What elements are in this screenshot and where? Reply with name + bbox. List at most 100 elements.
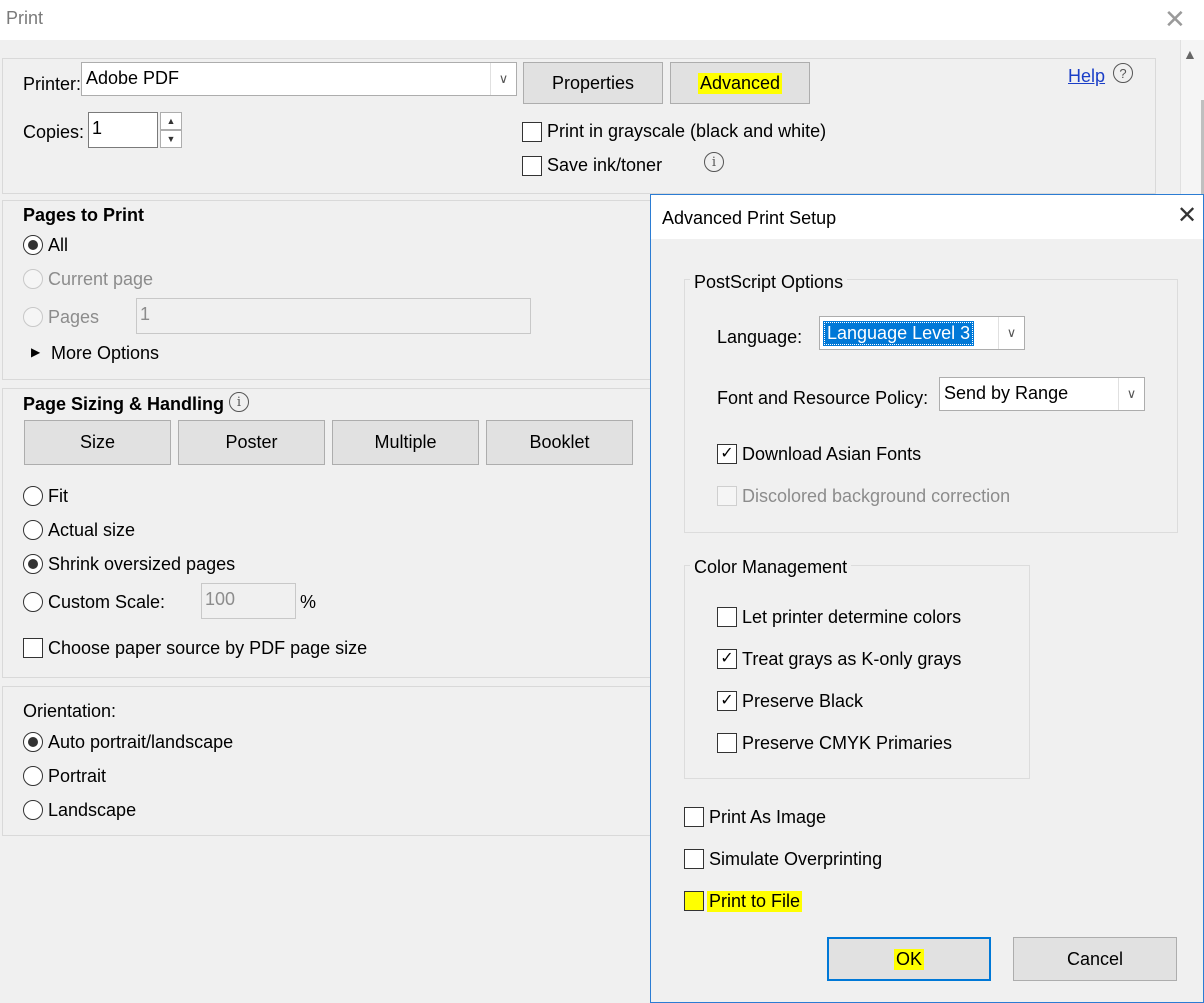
window-title: Print: [6, 8, 44, 28]
radio-auto-orientation[interactable]: [23, 732, 43, 752]
save-ink-label: Save ink/toner: [547, 155, 663, 175]
pages-range-value: 1: [140, 304, 151, 324]
discolored-bg-checkbox[interactable]: [717, 486, 737, 506]
ok-label: OK: [893, 948, 924, 970]
tab-size-label: Size: [79, 432, 115, 452]
chevron-down-icon: ∨: [1118, 378, 1144, 410]
radio-custom-scale[interactable]: [23, 592, 43, 612]
preserve-cmyk-checkbox[interactable]: [717, 733, 737, 753]
tab-poster-label: Poster: [225, 432, 278, 452]
radio-pages[interactable]: [23, 307, 43, 327]
tab-booklet[interactable]: Booklet: [486, 420, 633, 465]
chevron-down-icon: ∨: [998, 317, 1024, 349]
properties-label: Properties: [551, 72, 635, 93]
printer-select[interactable]: Adobe PDF ∨: [81, 62, 517, 96]
percent-label: %: [300, 592, 317, 612]
ok-button[interactable]: OK: [827, 937, 991, 981]
radio-shrink[interactable]: [23, 554, 43, 574]
stepper-down-icon[interactable]: ▼: [160, 130, 182, 148]
color-management-legend: Color Management: [690, 557, 852, 578]
current-page-label: Current page: [48, 269, 154, 289]
sizing-heading: Page Sizing & Handling: [23, 394, 225, 414]
custom-scale-input[interactable]: 100: [201, 583, 296, 619]
scroll-up-icon[interactable]: ▲: [1183, 46, 1197, 62]
shrink-label: Shrink oversized pages: [48, 554, 236, 574]
tab-size[interactable]: Size: [24, 420, 171, 465]
font-policy-label: Font and Resource Policy:: [717, 388, 929, 408]
download-asian-fonts-checkbox[interactable]: ✓: [717, 444, 737, 464]
sizing-info-icon[interactable]: i: [229, 392, 249, 412]
save-ink-checkbox[interactable]: [522, 156, 542, 176]
auto-orientation-label: Auto portrait/landscape: [48, 732, 234, 752]
grayscale-label: Print in grayscale (black and white): [547, 121, 827, 141]
paper-source-label: Choose paper source by PDF page size: [48, 638, 368, 658]
tab-multiple[interactable]: Multiple: [332, 420, 479, 465]
printer-value: Adobe PDF: [86, 68, 180, 88]
treat-grays-checkbox[interactable]: ✓: [717, 649, 737, 669]
simulate-overprinting-checkbox[interactable]: [684, 849, 704, 869]
cancel-button[interactable]: Cancel: [1013, 937, 1177, 981]
more-options-label[interactable]: More Options: [51, 343, 159, 364]
dialog-title: Advanced Print Setup: [662, 208, 837, 228]
pages-label: Pages: [48, 307, 100, 327]
simulate-overprinting-label: Simulate Overprinting: [709, 849, 883, 869]
language-select[interactable]: Language Level 3 ∨: [819, 316, 1025, 350]
let-printer-colors-label: Let printer determine colors: [742, 607, 962, 627]
stepper-up-icon[interactable]: ▲: [160, 112, 182, 130]
radio-fit[interactable]: [23, 486, 43, 506]
pages-heading: Pages to Print: [23, 205, 145, 225]
orientation-heading: Orientation:: [23, 701, 117, 721]
preserve-black-label: Preserve Black: [742, 691, 864, 711]
dialog-title-bar: Advanced Print Setup ✕: [651, 195, 1203, 239]
expand-triangle-icon[interactable]: ▶: [31, 345, 40, 359]
radio-current-page[interactable]: [23, 269, 43, 289]
paper-source-checkbox[interactable]: [23, 638, 43, 658]
properties-button[interactable]: Properties: [523, 62, 663, 104]
postscript-legend: PostScript Options: [690, 272, 848, 293]
help-link[interactable]: Help: [1068, 66, 1105, 87]
print-as-image-label: Print As Image: [709, 807, 827, 827]
copies-input[interactable]: 1: [88, 112, 158, 148]
font-policy-value: Send by Range: [944, 383, 1069, 403]
preserve-black-checkbox[interactable]: ✓: [717, 691, 737, 711]
tab-multiple-label: Multiple: [374, 432, 437, 452]
copies-label: Copies:: [23, 122, 85, 142]
fit-label: Fit: [48, 486, 68, 506]
discolored-bg-label: Discolored background correction: [742, 486, 1011, 506]
chevron-down-icon: ∨: [490, 63, 516, 95]
radio-landscape[interactable]: [23, 800, 43, 820]
printer-label: Printer:: [23, 74, 82, 94]
close-icon[interactable]: ✕: [1164, 4, 1186, 35]
advanced-print-setup-dialog: Advanced Print Setup ✕ PostScript Option…: [650, 194, 1204, 1003]
actual-size-label: Actual size: [48, 520, 136, 540]
print-to-file-checkbox[interactable]: [684, 891, 704, 911]
font-policy-select[interactable]: Send by Range ∨: [939, 377, 1145, 411]
print-as-image-checkbox[interactable]: [684, 807, 704, 827]
info-icon[interactable]: i: [704, 152, 724, 172]
grayscale-checkbox[interactable]: [522, 122, 542, 142]
language-value: Language Level 3: [822, 321, 975, 346]
radio-all[interactable]: [23, 235, 43, 255]
landscape-label: Landscape: [48, 800, 137, 820]
let-printer-colors-checkbox[interactable]: [717, 607, 737, 627]
language-label: Language:: [717, 327, 803, 347]
all-label: All: [48, 235, 69, 255]
help-icon[interactable]: ?: [1113, 63, 1133, 83]
radio-actual-size[interactable]: [23, 520, 43, 540]
radio-portrait[interactable]: [23, 766, 43, 786]
copies-value: 1: [92, 118, 103, 138]
pages-range-input[interactable]: 1: [136, 298, 531, 334]
title-bar: Print ✕: [0, 0, 1204, 40]
advanced-button[interactable]: Advanced: [670, 62, 810, 104]
tab-poster[interactable]: Poster: [178, 420, 325, 465]
advanced-label: Advanced: [697, 72, 783, 94]
portrait-label: Portrait: [48, 766, 107, 786]
custom-scale-value: 100: [205, 589, 236, 609]
preserve-cmyk-label: Preserve CMYK Primaries: [742, 733, 953, 753]
tab-booklet-label: Booklet: [529, 432, 590, 452]
print-to-file-label: Print to File: [707, 891, 803, 912]
dialog-close-icon[interactable]: ✕: [1177, 201, 1197, 230]
treat-grays-label: Treat grays as K-only grays: [742, 649, 962, 669]
copies-stepper[interactable]: ▲ ▼: [160, 112, 182, 148]
download-asian-fonts-label: Download Asian Fonts: [742, 444, 922, 464]
